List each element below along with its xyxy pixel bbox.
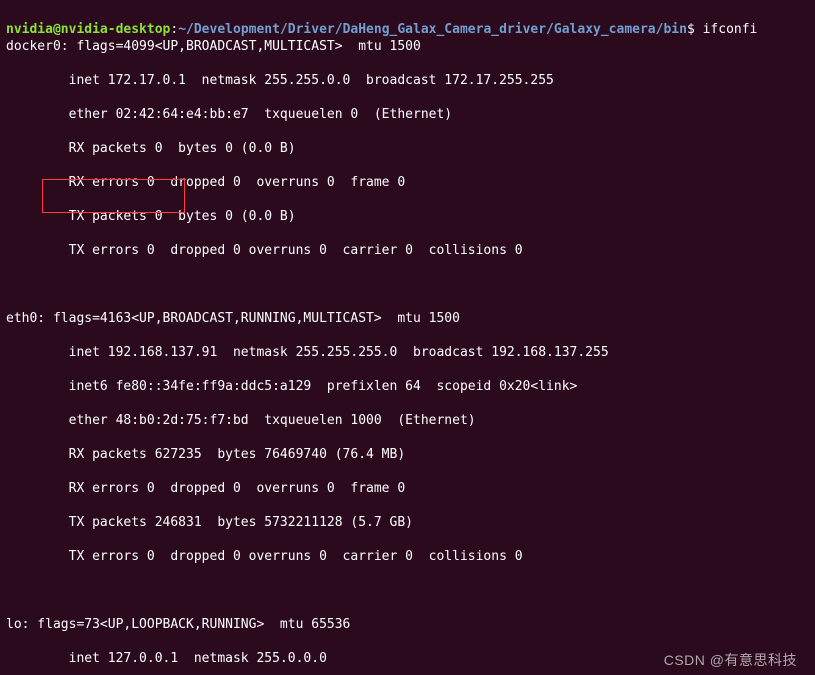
if-line: TX packets 0 bytes 0 (0.0 B) [6,208,809,225]
if-line: TX errors 0 dropped 0 overruns 0 carrier… [6,548,809,565]
if-line: TX errors 0 dropped 0 overruns 0 carrier… [6,242,809,259]
if-line: TX packets 246831 bytes 5732211128 (5.7 … [6,514,809,531]
terminal-output[interactable]: nvidia@nvidia-desktop:~/Development/Driv… [0,0,815,675]
watermark-text: CSDN @有意思科技 [664,652,797,669]
if-line: RX packets 0 bytes 0 (0.0 B) [6,140,809,157]
if-line: RX errors 0 dropped 0 overruns 0 frame 0 [6,480,809,497]
if-line: ether 48:b0:2d:75:f7:bd txqueuelen 1000 … [6,412,809,429]
if-line-eth0-inet: inet 192.168.137.91 netmask 255.255.255.… [6,344,809,361]
command-text: ifconfi [703,22,758,37]
blank-line [6,582,809,599]
prompt-path: ~/Development/Driver/DaHeng_Galax_Camera… [178,22,687,37]
if-line: inet6 fe80::34fe:ff9a:ddc5:a129 prefixle… [6,378,809,395]
blank-line [6,276,809,293]
if-line: ether 02:42:64:e4:bb:e7 txqueuelen 0 (Et… [6,106,809,123]
if-line: RX errors 0 dropped 0 overruns 0 frame 0 [6,174,809,191]
if-line: RX packets 627235 bytes 76469740 (76.4 M… [6,446,809,463]
if-line: inet 172.17.0.1 netmask 255.255.0.0 broa… [6,72,809,89]
if-block-docker0-head: docker0: flags=4099<UP,BROADCAST,MULTICA… [6,38,809,55]
if-block-lo-head: lo: flags=73<UP,LOOPBACK,RUNNING> mtu 65… [6,616,809,633]
prompt-user: nvidia@nvidia-desktop [6,22,170,37]
if-block-eth0-head: eth0: flags=4163<UP,BROADCAST,RUNNING,MU… [6,310,809,327]
prompt-sep2: $ [687,22,703,37]
